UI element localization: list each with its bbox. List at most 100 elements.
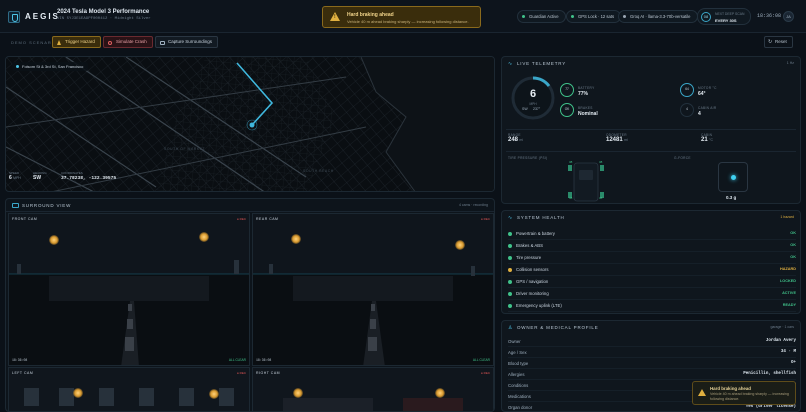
hazard-alert-banner[interactable]: Hard braking ahead Vehicle 40 m ahead br…: [322, 6, 481, 28]
health-item-status: ACTIVE: [782, 291, 796, 295]
odometer-metric: ODOMETER 12481 mi: [606, 133, 628, 143]
health-item-name: Powertrain & battery: [516, 231, 555, 236]
tire-rl: 38: [569, 196, 573, 200]
health-item-status: LOCKED: [779, 279, 796, 283]
tire-pressure-title: TIRE PRESSURE (PSI): [508, 156, 548, 160]
simulate-crash-button[interactable]: Simulate Crash: [103, 36, 153, 48]
profile-row: Allergies Penicillin, shellfish: [508, 369, 796, 380]
cam-name: REAR CAM: [256, 217, 279, 221]
gear: SW: [522, 107, 528, 111]
alert-message: Vehicle 40 m ahead braking sharply — inc…: [347, 19, 469, 24]
street-lamp: [199, 232, 209, 242]
health-item-status: READY: [782, 303, 796, 307]
metric-value: 21: [701, 137, 708, 143]
trigger-hazard-button[interactable]: Trigger Hazard: [52, 36, 101, 48]
vehicle-vin: VIN 5YJ3E1EA9PF000412 · Midnight Silver: [57, 17, 151, 21]
health-row: Tire pressure OK: [508, 253, 796, 264]
reset-button[interactable]: Reset: [764, 36, 793, 48]
rec-indicator: REC: [237, 371, 246, 375]
stat-value: SW: [33, 175, 42, 181]
profile-value: Jordan Avery: [765, 339, 796, 343]
g-force-dot: [731, 175, 736, 180]
g-force-plot: [718, 162, 748, 192]
panel-header: SURROUND VIEW 4 cams · recording: [6, 199, 494, 212]
motor-temp-label: MOTOR °C: [698, 86, 717, 90]
capture-surroundings-button[interactable]: Capture Surroundings: [155, 36, 219, 48]
rear-cam-scene: [253, 214, 493, 365]
profile-row: Owner Jordan Avery: [508, 336, 796, 347]
panel-title: SURROUND VIEW: [22, 203, 72, 208]
metric-unit: mi: [519, 138, 524, 142]
motor-temp-value: 64°: [698, 91, 706, 97]
metric-value: 12481: [606, 137, 623, 143]
health-item-status: HAZARD: [779, 267, 796, 271]
panel-title: SYSTEM HEALTH: [517, 215, 565, 220]
panel-meta: 1 Hz: [786, 61, 794, 65]
cam-name: FRONT CAM: [12, 217, 38, 221]
status-pill-guardian: Guardian Active: [517, 10, 566, 23]
motor-temp-ring: 64: [680, 83, 694, 97]
g-force-value: 0.3 g: [726, 195, 737, 200]
health-row: Collision sensors HAZARD: [508, 265, 796, 276]
live-telemetry-panel: ∿ LIVE TELEMETRY 1 Hz 6 MPH SW 237° 77 B…: [501, 56, 801, 204]
status-pill-ai: Groq AI · llama-3.3-70b-versatile: [618, 10, 698, 23]
cam-status: ALL CLEAR: [228, 358, 246, 362]
pulse-icon: ∿: [508, 215, 513, 221]
warning-icon: [698, 389, 706, 396]
panel-meta: 1 hazard: [780, 215, 794, 219]
panel-meta: garage · 1 cars: [770, 325, 794, 329]
divider: [506, 151, 796, 152]
rear-cam-feed[interactable]: REAR CAM REC 18:36:08 ALL CLEAR: [252, 213, 494, 366]
coordinates-stat: COORDINATES 37.78238, -122.39575: [61, 171, 116, 181]
health-item-status: OK: [790, 231, 796, 235]
user-avatar[interactable]: JA: [783, 11, 794, 22]
health-row: GPS / navigation LOCKED: [508, 277, 796, 288]
status-dot-icon: [508, 304, 512, 308]
cabin-air-label: CABIN AIR: [698, 106, 717, 110]
tire-rr: 38: [599, 196, 603, 200]
battery-value: 77%: [578, 91, 589, 97]
health-item-status: OK: [790, 255, 796, 259]
status-dot-icon: [508, 244, 512, 248]
hazard-toast[interactable]: Hard braking ahead Vehicle 40 m ahead br…: [692, 381, 796, 405]
status-dot-icon: [508, 292, 512, 296]
profile-key: Medications: [508, 394, 531, 399]
crash-icon: [108, 40, 112, 45]
health-row: Powertrain & battery OK: [508, 229, 796, 240]
alert-title: Hard braking ahead: [347, 12, 394, 18]
toast-message: Vehicle 40 m ahead braking sharply — inc…: [710, 392, 789, 401]
right-cam-scene: [253, 368, 493, 411]
person-icon: ♙: [508, 325, 513, 331]
deep-scan-indicator: 08 NEXT DEEP SCAN EVERY 30S: [697, 8, 751, 25]
street-lamp: [291, 234, 301, 244]
speed-value: 6: [529, 88, 537, 100]
tire-fr: 38: [599, 160, 603, 164]
status-dot-icon: [508, 232, 512, 236]
camera-icon: [12, 203, 19, 208]
stat-value: 37.78238, -122.39575: [61, 176, 117, 181]
toast-title: Hard braking ahead: [710, 386, 751, 391]
profile-key: Blood type: [508, 361, 529, 366]
profile-value: Yes (driver license): [745, 405, 796, 409]
range-metric: RANGE 248 mi: [508, 133, 523, 143]
scan-label: NEXT DEEP SCAN: [715, 12, 745, 16]
front-cam-feed[interactable]: FRONT CAM REC 18:36:08 ALL CLEAR: [8, 213, 250, 366]
vehicle-title: 2024 Tesla Model 3 Performance: [57, 9, 150, 15]
street-lamp: [49, 235, 59, 245]
brakes-ring: OK: [560, 103, 574, 117]
profile-value: O+: [790, 361, 796, 365]
status-pill-label: Groq AI · llama-3.3-70b-versatile: [630, 14, 691, 19]
health-item-name: Emergency uplink (LTE): [516, 303, 562, 308]
cam-status: ALL CLEAR: [472, 358, 490, 362]
right-cam-feed[interactable]: RIGHT CAM REC: [252, 367, 494, 411]
status-pill-label: GPS Lock · 12 sats: [578, 14, 615, 19]
cabin-metric: CABIN 21 °C: [701, 133, 713, 143]
panel-meta: 4 cams · recording: [459, 203, 488, 207]
health-item-name: Driver monitoring: [516, 291, 549, 296]
left-cam-feed[interactable]: LEFT CAM REC: [8, 367, 250, 411]
shield-logo-icon: [8, 11, 20, 23]
street-lamp: [73, 388, 83, 398]
brand-name: AEGIS: [25, 12, 60, 21]
map-district-label: SOUTH BEACH: [303, 169, 334, 173]
button-label: Capture Surroundings: [168, 39, 213, 44]
